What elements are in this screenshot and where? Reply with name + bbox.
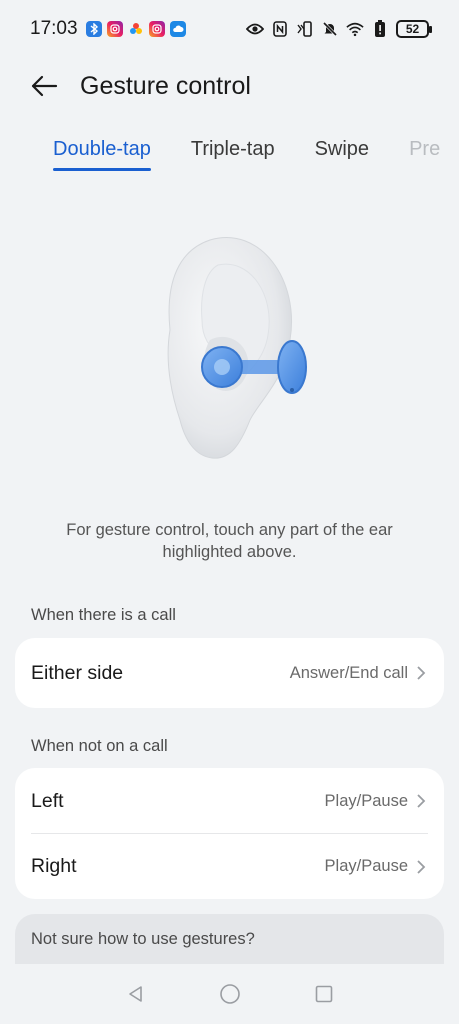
row-title: Right (31, 855, 77, 877)
earbud-left-center (214, 359, 230, 375)
right-row[interactable]: Right Play/Pause (15, 834, 444, 899)
tab-press[interactable]: Pre (409, 138, 440, 171)
status-bar: 17:03 52 (0, 0, 459, 58)
left-row[interactable]: Left Play/Pause (15, 768, 444, 834)
bluetooth-app-icon (85, 21, 102, 37)
photos-icon (128, 21, 144, 37)
no-call-settings-card: Left Play/Pause Right Play/Pause (15, 768, 444, 899)
nav-back-button[interactable] (124, 982, 148, 1006)
system-icons: 52 (246, 20, 432, 38)
eye-icon (246, 20, 264, 38)
row-title: Left (31, 789, 64, 812)
circle-home-icon (219, 984, 240, 1004)
call-section-label: When there is a call (31, 606, 176, 624)
no-call-section-label: When not on a call (31, 737, 168, 755)
nav-recents-button[interactable] (312, 982, 336, 1006)
tab-swipe[interactable]: Swipe (315, 138, 369, 171)
gesture-help-link[interactable]: Not sure how to use gestures? (15, 914, 444, 964)
help-label: Not sure how to use gestures? (31, 929, 255, 948)
status-time: 17:03 (30, 18, 78, 39)
nav-home-button[interactable] (218, 982, 242, 1006)
instagram-icon (148, 21, 165, 37)
battery-level: 52 (405, 22, 420, 36)
chevron-right-icon (416, 665, 428, 681)
nfc-icon (271, 20, 289, 38)
page-title: Gesture control (80, 71, 251, 100)
triangle-back-icon (128, 986, 142, 1002)
back-arrow-icon (31, 75, 58, 97)
cloud-icon (169, 21, 186, 37)
instagram-icon (106, 21, 123, 37)
header: Gesture control (0, 58, 459, 114)
screen: 17:03 52 Gesture control Double-tap Trip… (0, 0, 459, 1024)
tab-double-tap[interactable]: Double-tap (53, 138, 151, 171)
tab-triple-tap[interactable]: Triple-tap (191, 138, 275, 171)
earbud-right (277, 340, 307, 394)
notification-icons (85, 21, 186, 37)
battery-icon: 52 (396, 20, 432, 38)
ear-illustration (140, 220, 320, 480)
row-value: Play/Pause (324, 857, 408, 875)
back-button[interactable] (14, 58, 74, 114)
wifi-icon (346, 20, 364, 38)
either-side-row[interactable]: Either side Answer/End call (15, 638, 444, 708)
battery-alert-icon (371, 20, 389, 38)
gesture-tabs: Double-tap Triple-tap Swipe Pre (0, 138, 459, 180)
gesture-hint: For gesture control, touch any part of t… (66, 521, 393, 561)
row-value: Answer/End call (289, 663, 408, 682)
square-recents-icon (315, 985, 332, 1003)
row-title: Either side (31, 661, 124, 684)
chevron-right-icon (416, 793, 428, 809)
mute-icon (321, 20, 339, 38)
vibrate-icon (296, 20, 314, 38)
chevron-right-icon (416, 859, 428, 875)
row-value: Play/Pause (324, 791, 408, 810)
system-nav-bar (0, 964, 459, 1024)
earbud-right-dot (290, 388, 294, 392)
call-settings-card: Either side Answer/End call (15, 638, 444, 708)
